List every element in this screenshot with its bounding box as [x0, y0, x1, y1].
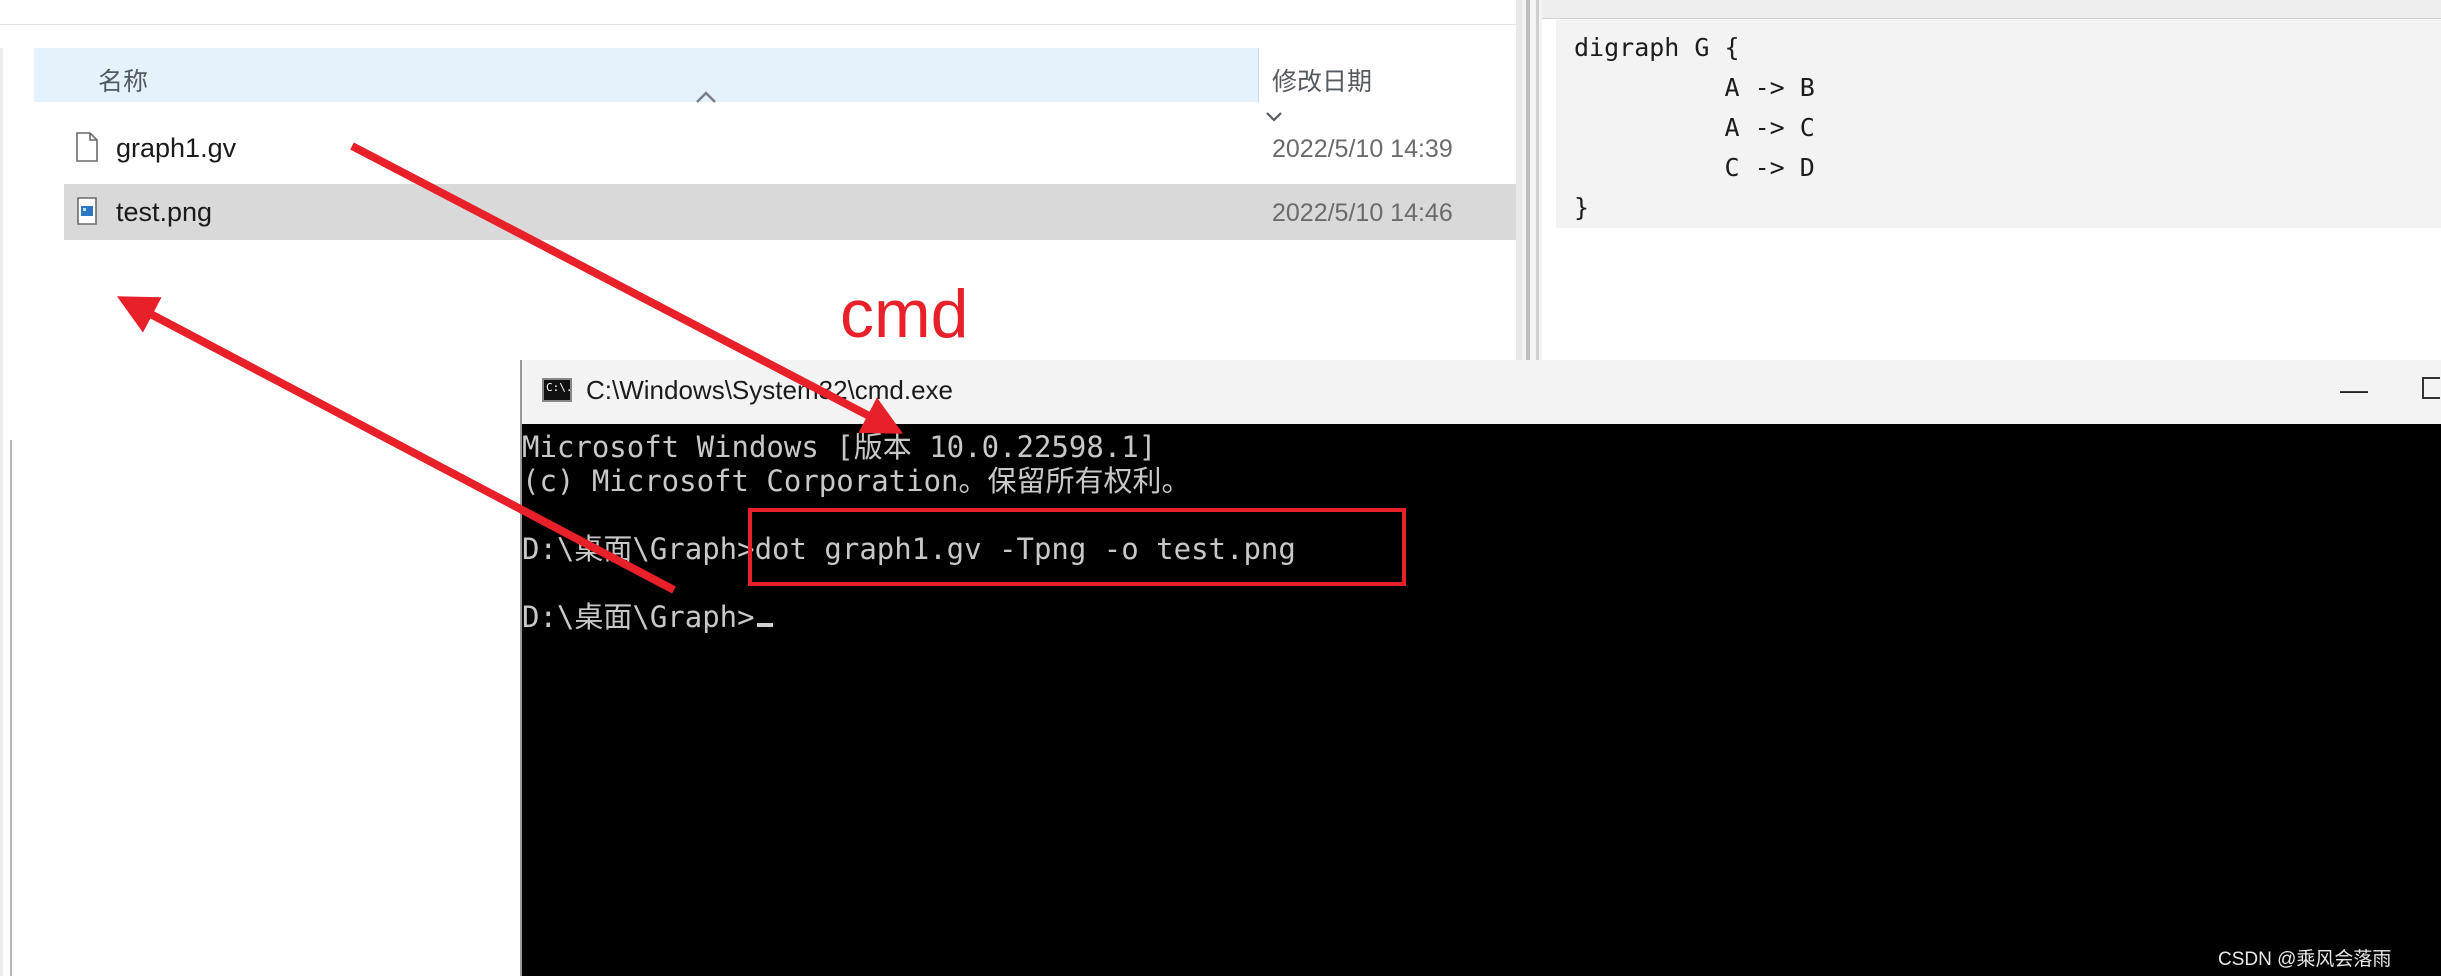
explorer-top-border	[0, 24, 1516, 25]
cmd-prompt: D:\桌面\Graph>	[522, 600, 755, 634]
cmd-window[interactable]: C:\. C:\Windows\System32\cmd.exe — Micro…	[520, 360, 2441, 976]
watermark: CSDN @乘风会落雨	[2218, 949, 2392, 970]
cmd-titlebar[interactable]: C:\. C:\Windows\System32\cmd.exe —	[522, 360, 2441, 424]
file-row-graph1[interactable]: graph1.gv 2022/5/10 14:39	[64, 120, 1516, 176]
annotation-highlight-box	[748, 508, 1406, 586]
maximize-icon[interactable]	[2422, 377, 2440, 399]
text-cursor	[756, 623, 773, 627]
file-name: test.png	[116, 197, 213, 227]
navigation-pane-edge	[0, 48, 3, 976]
column-header-modified[interactable]: 修改日期	[1272, 62, 1372, 98]
cmd-app-icon-text: C:\.	[546, 381, 573, 394]
column-header-row: 名称	[34, 48, 1282, 122]
sort-ascending-icon	[696, 91, 716, 103]
editor-toolbar	[1542, 0, 2441, 19]
file-name: graph1.gv	[116, 133, 237, 163]
editor-text-area[interactable]: digraph G { A -> B A -> C C -> D }	[1556, 20, 2441, 228]
column-divider[interactable]	[1258, 48, 1259, 102]
file-date: 2022/5/10 14:39	[1272, 135, 1453, 163]
document-icon	[76, 132, 98, 162]
cmd-app-icon[interactable]: C:\.	[542, 378, 573, 402]
minimize-icon[interactable]: —	[2340, 374, 2368, 406]
column-header-name[interactable]: 名称	[98, 62, 148, 98]
image-file-icon	[77, 197, 97, 225]
cmd-window-title: C:\Windows\System32\cmd.exe	[586, 375, 954, 405]
cmd-output-line: (c) Microsoft Corporation。保留所有权利。	[522, 464, 1191, 498]
cmd-prompt-line[interactable]: D:\桌面\Graph>	[522, 594, 773, 636]
navigation-pane-scrollbar[interactable]	[10, 440, 12, 976]
annotation-label: cmd	[840, 276, 969, 352]
file-date: 2022/5/10 14:46	[1272, 199, 1453, 227]
editor-code[interactable]: digraph G { A -> B A -> C C -> D }	[1574, 28, 1815, 228]
file-row-test-png[interactable]: test.png 2022/5/10 14:46	[64, 184, 1516, 240]
